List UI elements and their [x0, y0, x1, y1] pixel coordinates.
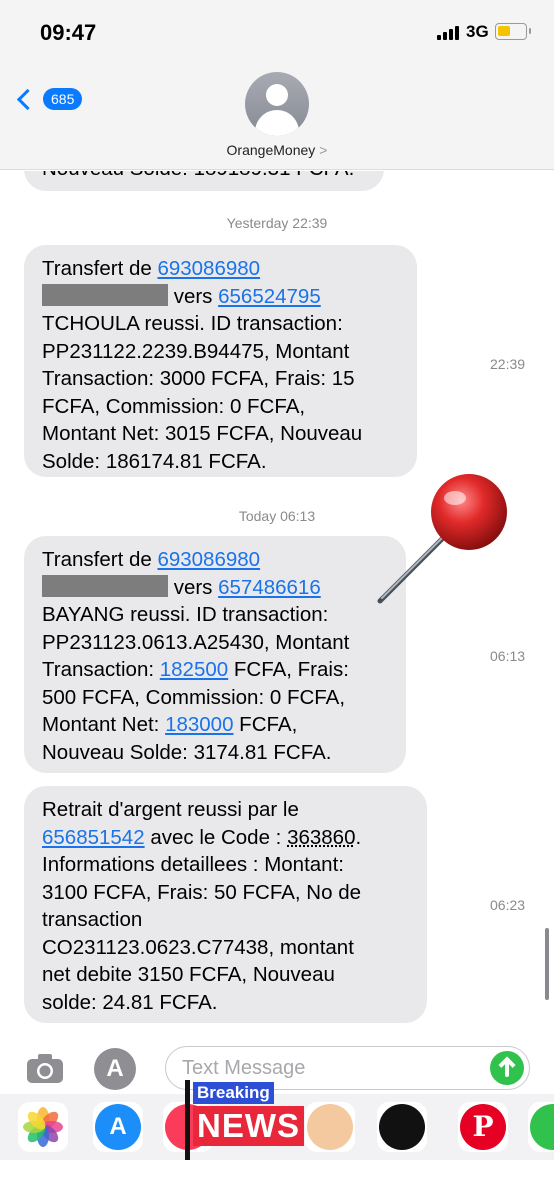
- message-input[interactable]: [182, 1055, 482, 1081]
- phone-link[interactable]: 656524795: [218, 285, 321, 308]
- app-store-icon[interactable]: A: [94, 1048, 136, 1090]
- send-arrow-icon[interactable]: [490, 1051, 524, 1085]
- phone-link[interactable]: 693086980: [157, 257, 260, 280]
- breaking-label: Breaking: [193, 1082, 274, 1104]
- camera-icon[interactable]: [24, 1048, 66, 1090]
- conversation-header: 685 OrangeMoney >: [0, 70, 554, 170]
- chevron-right-icon: >: [319, 142, 328, 158]
- scroll-indicator[interactable]: [545, 928, 549, 1000]
- signal-strength-icon: [437, 24, 459, 40]
- number-link[interactable]: 182500: [160, 658, 228, 681]
- message-time: 22:39: [490, 356, 526, 372]
- contact-name-button[interactable]: OrangeMoney >: [0, 142, 554, 158]
- message-list[interactable]: Nouveau Solde: 189189.31 FCFA. Yesterday…: [0, 171, 554, 1039]
- back-button[interactable]: 685: [16, 88, 83, 110]
- fitness-app-icon[interactable]: [377, 1102, 427, 1152]
- contact-name: OrangeMoney: [226, 142, 316, 158]
- status-time: 09:47: [40, 20, 97, 45]
- pinterest-app-icon[interactable]: P: [458, 1102, 508, 1152]
- message-bubble-2[interactable]: Transfert de 693086980 vers 657486616 BA…: [24, 536, 406, 773]
- phone-link[interactable]: 657486616: [218, 576, 321, 599]
- chevron-left-icon: [16, 88, 39, 110]
- phone-link[interactable]: 693086980: [157, 548, 260, 571]
- redacted-name: [42, 283, 168, 306]
- message-time: 06:13: [490, 648, 526, 664]
- contact-avatar[interactable]: [245, 72, 309, 136]
- more-apps-icon[interactable]: [528, 1102, 554, 1152]
- breaking-news-overlay: Breaking NEWS: [185, 1080, 313, 1160]
- battery-icon: [495, 23, 531, 40]
- pushpin-icon: [377, 474, 507, 604]
- message-time: 06:23: [490, 897, 526, 913]
- unread-count-badge: 685: [43, 88, 83, 110]
- status-bar: 09:47 3G: [0, 0, 554, 70]
- message-bubble-clipped[interactable]: Nouveau Solde: 189189.31 FCFA.: [24, 171, 384, 191]
- photos-app-icon[interactable]: [18, 1102, 68, 1152]
- message-bubble-1[interactable]: Transfert de 693086980 vers 656524795 TC…: [24, 245, 417, 477]
- phone-link[interactable]: 656851542: [42, 826, 145, 849]
- number-link[interactable]: 183000: [165, 713, 233, 736]
- bottom-strip: [0, 1160, 554, 1200]
- network-type: 3G: [466, 22, 489, 41]
- withdrawal-code[interactable]: 363860: [287, 826, 355, 849]
- message-bubble-3[interactable]: Retrait d'argent reussi par le 656851542…: [24, 786, 427, 1023]
- news-label: NEWS: [193, 1106, 304, 1146]
- redacted-name: [42, 574, 168, 597]
- app-store-drawer-icon[interactable]: A: [93, 1102, 143, 1152]
- message-text: Nouveau Solde: 189189.31 FCFA.: [42, 171, 368, 183]
- timestamp-yesterday: Yesterday 22:39: [226, 215, 328, 231]
